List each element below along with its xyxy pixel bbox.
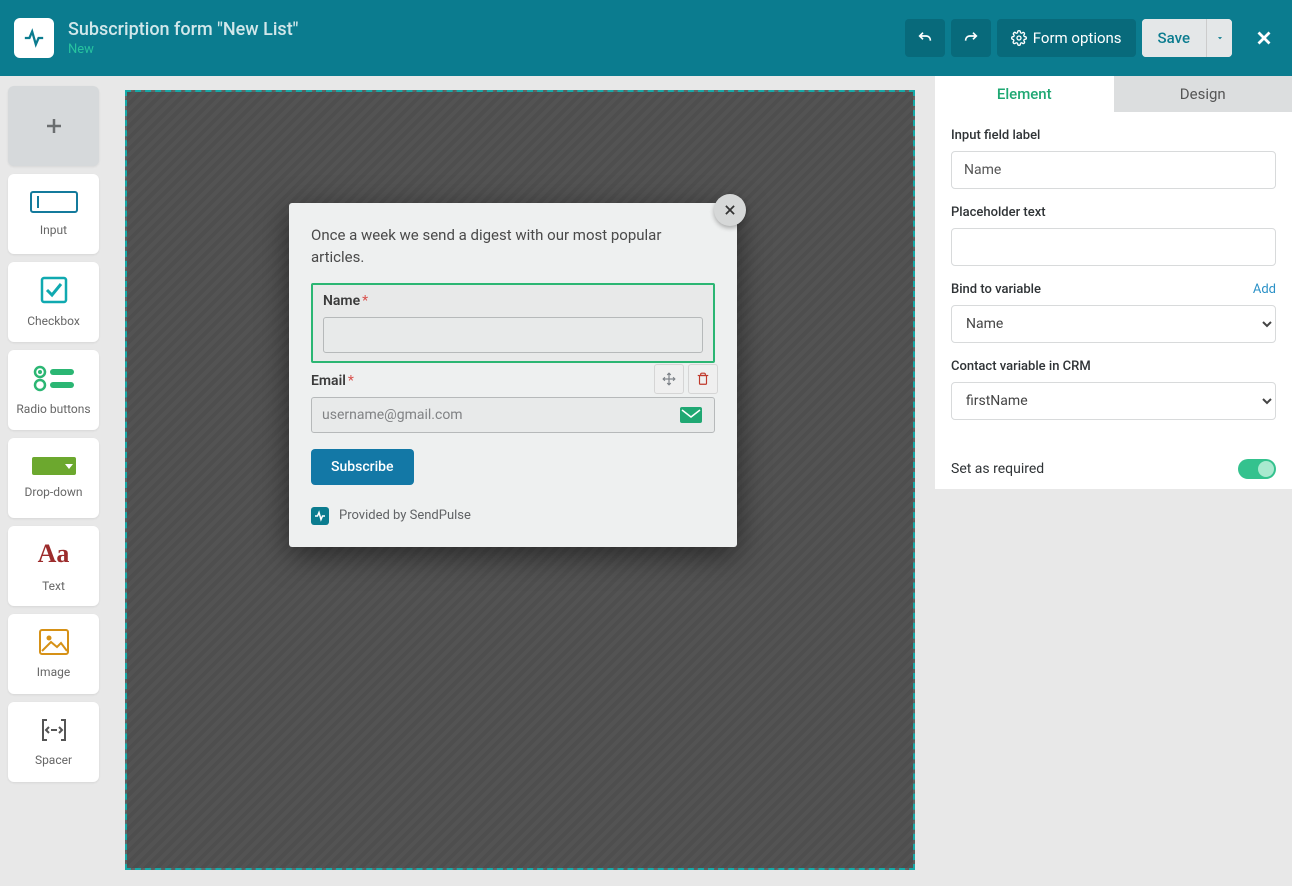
dropdown-icon xyxy=(32,457,76,475)
tool-label: Radio buttons xyxy=(16,402,90,416)
page-title: Subscription form "New List" xyxy=(68,19,905,40)
field-label: Name* xyxy=(323,293,703,309)
required-asterisk: * xyxy=(348,373,354,389)
canvas-wrapper: Once a week we send a digest with our mo… xyxy=(107,76,935,886)
tool-label: Input xyxy=(40,223,67,237)
tool-dropdown[interactable]: Drop-down xyxy=(8,438,99,518)
move-handle[interactable] xyxy=(654,364,684,394)
header-title-block: Subscription form "New List" New xyxy=(68,19,905,57)
trash-icon xyxy=(696,372,710,386)
tool-checkbox[interactable]: Checkbox xyxy=(8,262,99,342)
status-badge: New xyxy=(68,42,905,57)
add-element-button[interactable] xyxy=(8,86,99,166)
form-canvas[interactable]: Once a week we send a digest with our mo… xyxy=(125,90,915,870)
tool-input[interactable]: Input xyxy=(8,174,99,254)
tool-image[interactable]: Image xyxy=(8,614,99,694)
mail-icon xyxy=(679,406,703,424)
properties-panel: Element Design Input field label Placeho… xyxy=(935,76,1292,886)
save-button-group: Save xyxy=(1142,19,1232,57)
tool-text[interactable]: Aa Text xyxy=(8,526,99,606)
form-options-label: Form options xyxy=(1033,29,1122,47)
label-bind-variable: Bind to variable xyxy=(951,282,1041,297)
crm-variable-select[interactable]: firstName xyxy=(951,382,1276,420)
subscribe-button[interactable]: Subscribe xyxy=(311,449,414,485)
tool-label: Drop-down xyxy=(25,485,83,499)
app-header: Subscription form "New List" New Form op… xyxy=(0,0,1292,76)
logo-icon xyxy=(14,18,54,58)
form-options-button[interactable]: Form options xyxy=(997,19,1136,57)
tool-label: Spacer xyxy=(35,753,72,767)
move-icon xyxy=(662,372,676,386)
input-icon xyxy=(30,191,78,213)
tab-element[interactable]: Element xyxy=(935,76,1114,112)
modal-description: Once a week we send a digest with our mo… xyxy=(311,225,715,269)
set-required-label: Set as required xyxy=(951,461,1044,477)
save-button[interactable]: Save xyxy=(1142,19,1206,57)
close-icon xyxy=(723,203,737,217)
save-dropdown[interactable] xyxy=(1206,19,1232,57)
modal-close-button[interactable] xyxy=(714,194,746,226)
chevron-down-icon xyxy=(1215,33,1225,43)
label-placeholder-text: Placeholder text xyxy=(951,205,1276,220)
sendpulse-icon xyxy=(311,507,329,525)
input-field-label-input[interactable] xyxy=(951,151,1276,189)
add-variable-link[interactable]: Add xyxy=(1253,282,1276,297)
label-input-field-label: Input field label xyxy=(951,128,1276,143)
field-actions xyxy=(654,364,718,394)
tab-design[interactable]: Design xyxy=(1114,76,1292,112)
name-input[interactable] xyxy=(323,317,703,353)
bind-variable-select[interactable]: Name xyxy=(951,305,1276,343)
checkbox-icon xyxy=(40,276,68,304)
required-toggle[interactable] xyxy=(1238,459,1276,479)
placeholder-input[interactable] xyxy=(951,228,1276,266)
toolbox-sidebar: Input Checkbox Radio buttons Drop-down A… xyxy=(0,76,107,886)
provided-by: Provided by SendPulse xyxy=(311,507,715,525)
panel-tabs: Element Design xyxy=(935,76,1292,112)
required-asterisk: * xyxy=(362,293,368,309)
tool-label: Checkbox xyxy=(27,314,80,328)
close-button[interactable] xyxy=(1250,24,1278,52)
email-input[interactable] xyxy=(311,397,715,433)
header-actions: Form options Save xyxy=(905,19,1278,57)
spacer-icon xyxy=(39,717,69,743)
panel-body: Input field label Placeholder text Bind … xyxy=(935,112,1292,442)
tool-radio[interactable]: Radio buttons xyxy=(8,350,99,430)
radio-icon xyxy=(32,364,76,392)
field-name-block[interactable]: Name* xyxy=(311,283,715,363)
tool-label: Image xyxy=(37,665,70,679)
text-icon: Aa xyxy=(38,539,70,569)
field-email-block[interactable]: Email* xyxy=(311,373,715,433)
main-layout: Input Checkbox Radio buttons Drop-down A… xyxy=(0,76,1292,886)
image-icon xyxy=(39,629,69,655)
tool-label: Text xyxy=(42,579,65,593)
label-crm-variable: Contact variable in CRM xyxy=(951,359,1276,374)
plus-icon xyxy=(42,114,66,138)
provided-label: Provided by SendPulse xyxy=(339,508,471,523)
gear-icon xyxy=(1011,30,1027,46)
redo-button[interactable] xyxy=(951,19,991,57)
form-modal: Once a week we send a digest with our mo… xyxy=(289,203,737,547)
undo-button[interactable] xyxy=(905,19,945,57)
tool-spacer[interactable]: Spacer xyxy=(8,702,99,782)
close-icon xyxy=(1253,27,1275,49)
delete-button[interactable] xyxy=(688,364,718,394)
